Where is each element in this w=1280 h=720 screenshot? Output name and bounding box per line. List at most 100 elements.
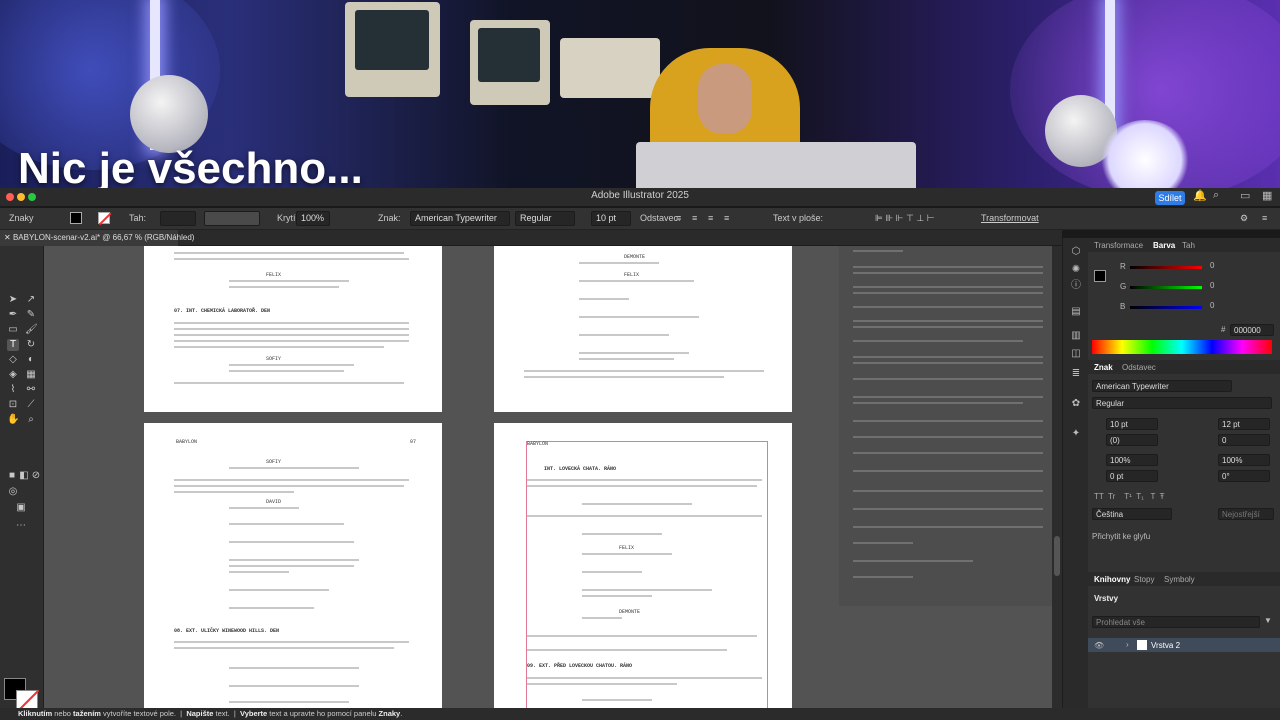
tab-color[interactable]: Barva (1153, 241, 1175, 250)
align-center-icon[interactable]: ≡ (692, 213, 697, 223)
color-spectrum[interactable] (1092, 340, 1272, 354)
font-size-field[interactable]: 10 pt (591, 211, 631, 226)
tab-transform[interactable]: Transformace (1094, 241, 1143, 250)
char-font-field[interactable]: American Typewriter (1092, 380, 1232, 392)
tab-character[interactable]: Znak (1094, 363, 1113, 372)
arrange-icon[interactable]: ▦ (1262, 189, 1272, 202)
more-tools-icon[interactable]: ⋯ (15, 520, 27, 532)
rectangle-tool-icon[interactable]: ▭ (7, 324, 19, 336)
font-style-field[interactable]: Regular (515, 211, 575, 226)
font-size-input[interactable]: 10 pt (1106, 418, 1158, 430)
warp-tool-icon[interactable]: ◐ (25, 354, 37, 366)
horizontal-scale-input[interactable]: 100% (1218, 454, 1270, 466)
align-right-icon[interactable]: ≡ (708, 213, 713, 223)
share-button[interactable]: Sdílet (1155, 191, 1185, 205)
artboard-tool-icon[interactable]: ⊡ (7, 399, 19, 411)
text-style-buttons[interactable]: TT Tr T¹ T₁ T Ŧ (1094, 492, 1165, 501)
rotate-tool-icon[interactable]: ↻ (25, 339, 37, 351)
panel-fill-swatch[interactable] (1094, 270, 1106, 282)
none-mode-icon[interactable]: ⊘ (30, 470, 42, 482)
layer-row[interactable]: 👁 › Vrstva 2 (1088, 638, 1280, 652)
canvas-scrollbar[interactable] (1052, 246, 1062, 708)
selection-tool-icon[interactable]: ➤ (7, 294, 19, 306)
zoom-tool-icon[interactable]: ⌕ (25, 414, 37, 426)
b-slider[interactable] (1130, 306, 1202, 309)
tab-libraries[interactable]: Knihovny (1094, 575, 1130, 584)
artboard-page[interactable]: FELIX 07. INT. CHEMICKÁ LABORATOŘ. DEN S… (144, 246, 442, 412)
layer-name[interactable]: Vrstva 2 (1151, 641, 1180, 650)
leading-input[interactable]: 12 pt (1218, 418, 1270, 430)
tab-symbols[interactable]: Symboly (1164, 575, 1195, 584)
status-text: Kliknutím (18, 709, 53, 718)
tab-stroke[interactable]: Tah (1182, 241, 1195, 250)
gradient-mode-icon[interactable]: ◧ (18, 470, 30, 482)
eyedropper-tool-icon[interactable]: ⌇ (7, 384, 19, 396)
bell-icon[interactable]: 🔔 (1193, 189, 1207, 202)
document-tab[interactable]: ✕ BABYLON-scenar-v2.ai* @ 66,67 % (RGB/N… (0, 230, 194, 246)
vertical-scale-input[interactable]: 100% (1106, 454, 1158, 466)
align-panel-icon[interactable]: ▥ (1070, 330, 1082, 342)
language-select[interactable]: Čeština (1092, 508, 1172, 520)
scrollbar-thumb[interactable] (1054, 536, 1060, 576)
pen-tool-icon[interactable]: ✒ (7, 309, 19, 321)
eye-icon[interactable]: 👁 (1094, 641, 1104, 650)
font-family-field[interactable]: American Typewriter (410, 211, 510, 226)
color-mode-icon[interactable]: ■ (6, 470, 18, 482)
artboard-page[interactable]: DEMONTE FELIX (494, 246, 792, 412)
direct-selection-tool-icon[interactable]: ↗ (25, 294, 37, 306)
r-slider[interactable] (1130, 266, 1202, 269)
draw-mode-icon[interactable]: ◎ (7, 486, 19, 498)
tracking-input[interactable]: 0 (1218, 434, 1270, 446)
filter-icon[interactable]: ▼ (1264, 616, 1272, 625)
graphic-styles-icon[interactable]: ✦ (1070, 428, 1082, 440)
type-tool-icon[interactable]: T (7, 339, 19, 351)
g-value[interactable]: 0 (1210, 281, 1214, 290)
variable-width-field[interactable] (204, 211, 260, 226)
transform-link[interactable]: Transformovat (981, 213, 1039, 223)
layers-icon[interactable]: ▤ (1070, 306, 1082, 318)
stroke-swatch[interactable] (98, 212, 110, 224)
graph-tool-icon[interactable]: ▦ (25, 369, 37, 381)
artboard-page[interactable]: BABYLON 07 SOFIY DAVID 08. EXT. ULIČKY W… (144, 423, 442, 708)
opacity-field[interactable]: 100% (296, 211, 330, 226)
rotation-input[interactable]: 0° (1218, 470, 1270, 482)
workspace-icon[interactable]: ▭ (1240, 189, 1250, 202)
stroke-panel-icon[interactable]: ≣ (1070, 368, 1082, 380)
baseline-input[interactable]: 0 pt (1106, 470, 1158, 482)
search-icon[interactable]: ⌕ (1213, 189, 1219, 202)
brushes-icon[interactable]: ✿ (1070, 398, 1082, 410)
char-style-field[interactable]: Regular (1092, 397, 1272, 409)
layers-search-input[interactable]: Prohledat vše (1092, 616, 1260, 628)
active-artboard-page[interactable]: BABYLON INT. LOVECKÁ CHATA. RÁNO FELIX D… (494, 423, 792, 708)
r-value[interactable]: 0 (1210, 261, 1214, 270)
expand-chevron-icon[interactable]: › (1126, 640, 1129, 649)
hex-field[interactable]: 000000 (1230, 324, 1274, 336)
blend-tool-icon[interactable]: ⚯ (25, 384, 37, 396)
brush-tool-icon[interactable]: 🖌 (25, 324, 38, 336)
fill-swatch[interactable] (70, 212, 82, 224)
pasteboard-page[interactable] (839, 246, 1052, 606)
tab-paragraph[interactable]: Odstavec (1122, 363, 1156, 372)
kerning-input[interactable]: (0) (1106, 434, 1158, 446)
info-icon[interactable]: ⓘ (1070, 280, 1082, 292)
b-value[interactable]: 0 (1210, 301, 1214, 310)
hand-tool-icon[interactable]: ✋ (7, 414, 19, 426)
settings-icon[interactable]: ⚙ (1240, 213, 1248, 224)
align-objects-icon[interactable]: ⊫ ⊪ ⊩ ⊤ ⊥ ⊢ (875, 213, 935, 224)
sun-icon[interactable]: ✺ (1070, 264, 1082, 276)
tab-brushes[interactable]: Stopy (1134, 575, 1154, 584)
screen-mode-icon[interactable]: ▣ (15, 502, 27, 514)
align-left-icon[interactable]: ≡ (676, 213, 681, 223)
pencil-tool-icon[interactable]: ✎ (25, 309, 37, 321)
shape-builder-tool-icon[interactable]: ◈ (7, 369, 19, 381)
antialias-select[interactable]: Nejostřejší (1218, 508, 1274, 520)
justify-icon[interactable]: ≡ (724, 213, 729, 223)
cube-icon[interactable]: ⬡ (1070, 246, 1082, 258)
stroke-weight-field[interactable] (160, 211, 196, 226)
slice-tool-icon[interactable]: ⟋ (25, 399, 37, 411)
canvas[interactable]: FELIX 07. INT. CHEMICKÁ LABORATOŘ. DEN S… (44, 246, 1052, 708)
g-slider[interactable] (1130, 286, 1202, 289)
pathfinder-icon[interactable]: ◫ (1070, 348, 1082, 360)
eraser-tool-icon[interactable]: ◇ (7, 354, 19, 366)
menu-icon[interactable]: ≡ (1262, 213, 1267, 223)
